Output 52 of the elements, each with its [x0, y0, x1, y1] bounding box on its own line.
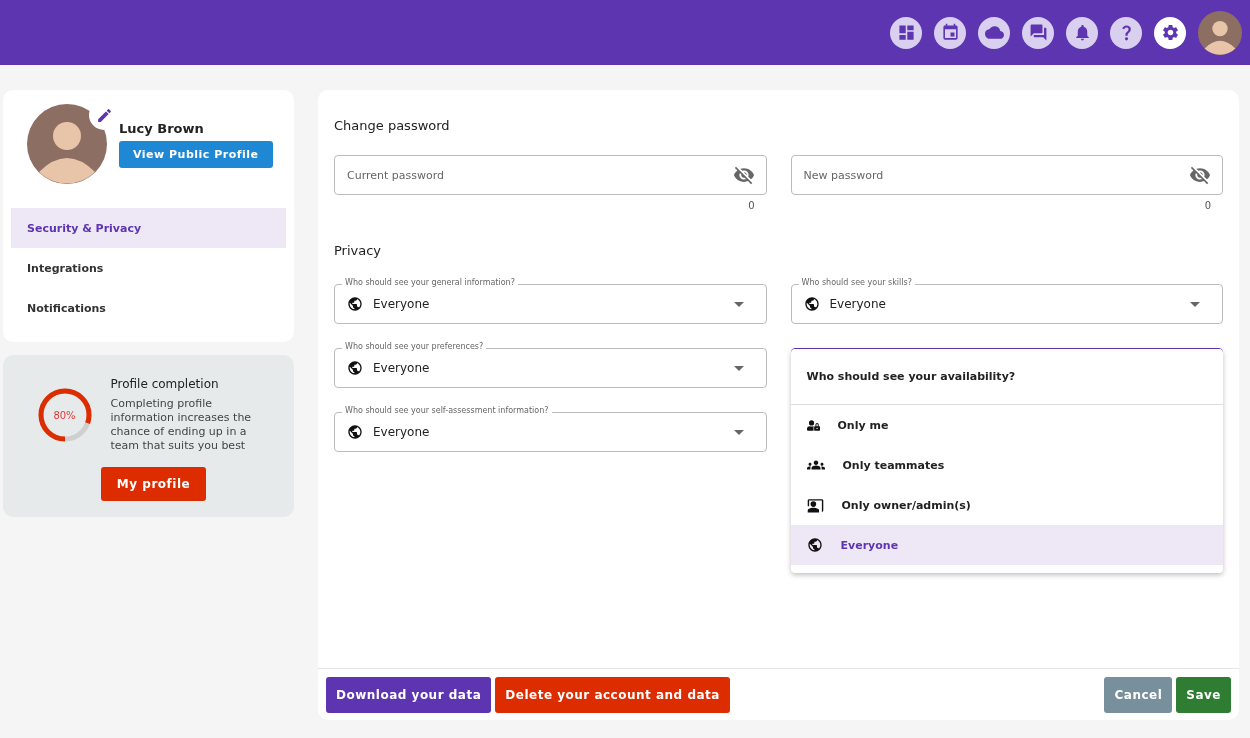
password-field[interactable]: Current password — [334, 155, 767, 195]
completion-title: Profile completion — [110, 377, 220, 391]
dropdown-caret-icon — [733, 301, 744, 307]
field-label: Who should see your self-assessment information? — [342, 406, 552, 415]
progress-ring — [36, 387, 93, 443]
visibility-off-icon[interactable] — [1189, 164, 1211, 186]
password-field[interactable]: New password — [790, 155, 1223, 195]
character-counter: 0 — [1204, 200, 1211, 211]
dashboard-icon[interactable] — [890, 16, 922, 49]
help-icon[interactable] — [1110, 16, 1142, 49]
cloud-icon[interactable] — [978, 16, 1010, 49]
select-value: Everyone — [373, 425, 431, 439]
sidebar-item[interactable]: Notifications — [11, 288, 286, 328]
completion-text: Completing profile information increases the chance of ending up in a team that suits you best — [110, 397, 253, 453]
calendar-icon[interactable] — [934, 16, 966, 49]
menu-option[interactable]: Only me — [790, 405, 1223, 445]
bell-icon[interactable] — [1066, 16, 1098, 49]
globe-icon — [806, 537, 823, 553]
settings-icon[interactable] — [1154, 16, 1186, 49]
sidebar-item[interactable]: Security & Privacy — [11, 208, 286, 248]
select-value: Everyone — [829, 297, 887, 311]
section-title: Privacy — [334, 243, 383, 258]
menu-option[interactable]: Only owner/admin(s) — [790, 485, 1223, 525]
menu-option[interactable]: Only teammates — [790, 445, 1223, 485]
download-button[interactable]: Download your data — [326, 677, 492, 713]
globe-icon — [347, 424, 363, 440]
select-value: Everyone — [373, 361, 431, 375]
dropdown-caret-icon — [1190, 301, 1200, 307]
section-title: Change password — [334, 118, 451, 133]
field-label: Who should see your general information? — [342, 278, 518, 287]
character-counter: 0 — [748, 200, 755, 211]
my-profile-button[interactable]: My profile — [100, 467, 207, 501]
globe-icon — [347, 296, 363, 312]
progress-percent: 80% — [53, 409, 76, 421]
view-profile-button[interactable]: View Public Profile — [119, 140, 273, 168]
field-label: Who should see your skills? — [798, 278, 915, 287]
globe-icon — [803, 296, 820, 312]
delete-button[interactable]: Delete your account and data — [495, 677, 730, 713]
sidebar-item[interactable]: Integrations — [11, 248, 286, 288]
globe-icon — [347, 360, 363, 376]
field-label: Who should see your preferences? — [342, 342, 487, 351]
avatar — [1198, 10, 1242, 55]
chat-icon[interactable] — [1022, 16, 1054, 49]
menu-option[interactable]: Everyone — [790, 525, 1223, 565]
select-value: Everyone — [373, 297, 431, 311]
dropdown-caret-icon — [733, 429, 744, 435]
visibility-off-icon[interactable] — [732, 164, 755, 186]
save-button[interactable]: Save — [1176, 677, 1231, 713]
presenter-icon — [806, 496, 824, 514]
user-name: Lucy Brown — [119, 120, 205, 136]
user-lock-icon — [806, 418, 820, 432]
dropdown-caret-icon — [733, 365, 744, 371]
